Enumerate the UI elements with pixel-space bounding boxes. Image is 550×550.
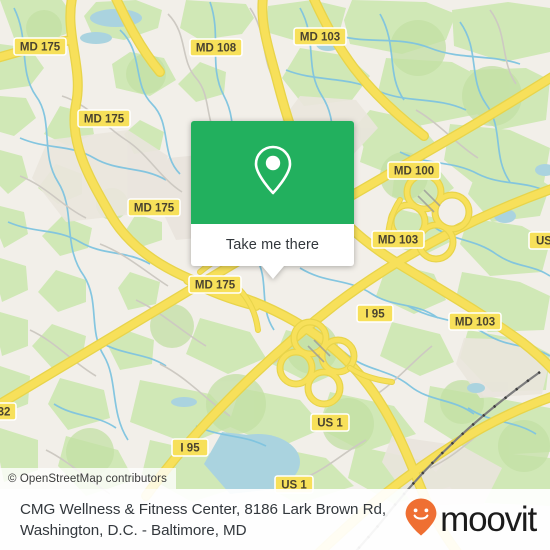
map-popup-card[interactable]: Take me there [191, 121, 354, 279]
route-shield-label: MD 103 [455, 317, 495, 329]
moovit-map-screenshot: MD 175 MD 108 MD 103 MD 175 MD 100 MD 175 MD 1… [0, 0, 550, 550]
route-shield: MD 103 [293, 27, 347, 46]
route-shield: MD 175 [77, 109, 131, 128]
moovit-wordmark: moovit [440, 500, 537, 539]
route-shield-label: I 95 [180, 443, 200, 455]
popup-pointer [262, 266, 284, 279]
route-shield-label: MD 175 [134, 203, 175, 215]
take-me-there-label: Take me there [225, 237, 320, 253]
route-shield-label: MD 108 [196, 43, 237, 55]
route-shield: I 95 [171, 438, 209, 457]
route-shield-label: MD 175 [84, 114, 125, 126]
osm-attribution[interactable]: © OpenStreetMap contributors [0, 468, 176, 489]
route-shield: 32 [0, 402, 17, 421]
place-title: CMG Wellness & Fitness Center, 8186 Lark… [20, 500, 387, 539]
popup-action-row[interactable]: Take me there [191, 224, 354, 266]
route-shield-label: US 1 [317, 418, 343, 430]
route-shield-label: MD 103 [378, 235, 418, 247]
route-shield-label: MD 100 [394, 166, 434, 178]
route-shield: MD 175 [127, 198, 181, 217]
route-shield-label: MD 175 [20, 42, 61, 54]
footer-bar: CMG Wellness & Fitness Center, 8186 Lark… [0, 489, 550, 550]
route-shield-label: MD 103 [300, 32, 340, 44]
location-pin-icon [252, 143, 294, 202]
route-shield-label: MD 175 [195, 280, 236, 292]
route-shield: MD 100 [387, 161, 441, 180]
route-shield: MD 108 [189, 38, 243, 57]
route-shield: MD 175 [188, 275, 242, 294]
route-shield-label: US [536, 236, 550, 248]
moovit-smiley-pin-icon [404, 497, 438, 542]
route-shield: MD 103 [448, 312, 502, 331]
moovit-logo[interactable]: moovit [404, 497, 537, 542]
route-shield-label: 32 [0, 407, 10, 419]
route-shield: I 95 [356, 304, 394, 323]
route-shield: MD 175 [13, 37, 67, 56]
popup-header [191, 121, 354, 224]
route-shield: US [528, 231, 550, 250]
route-shield: MD 103 [371, 230, 425, 249]
route-shield-label: I 95 [365, 309, 385, 321]
route-shield: US 1 [310, 413, 350, 432]
